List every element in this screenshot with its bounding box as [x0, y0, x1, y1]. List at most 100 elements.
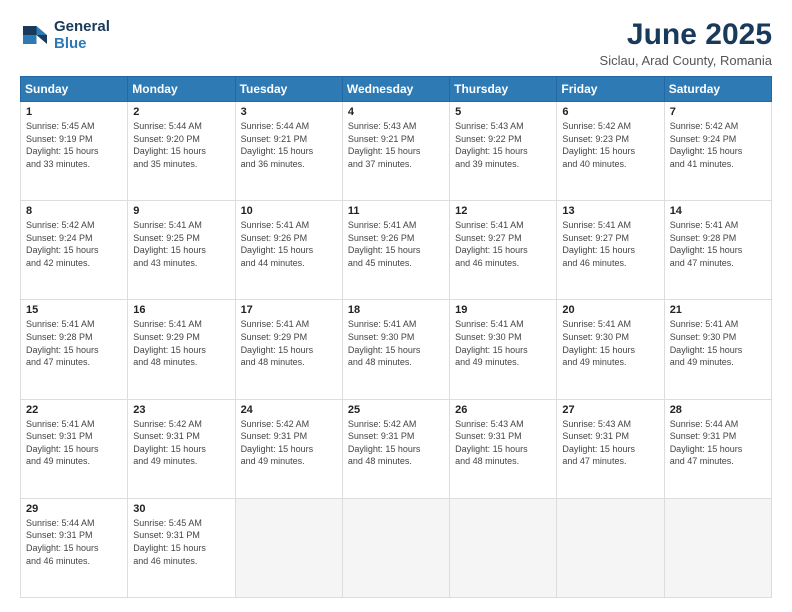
table-row: 23 Sunrise: 5:42 AMSunset: 9:31 PMDayligh… — [128, 399, 235, 498]
table-row — [235, 498, 342, 597]
day-info: Sunrise: 5:41 AMSunset: 9:26 PMDaylight:… — [241, 219, 337, 269]
header: General Blue June 2025 Siclau, Arad Coun… — [20, 18, 772, 68]
title-block: June 2025 Siclau, Arad County, Romania — [600, 18, 772, 68]
day-number: 29 — [26, 503, 122, 515]
table-row: 18Sunrise: 5:41 AMSunset: 9:30 PMDayligh… — [342, 300, 449, 399]
day-info: Sunrise: 5:43 AMSunset: 9:31 PMDaylight:… — [562, 418, 658, 468]
table-row: 16 Sunrise: 5:41 AMSunset: 9:29 PMDayligh… — [128, 300, 235, 399]
table-row — [342, 498, 449, 597]
col-monday: Monday — [128, 77, 235, 102]
table-row: 15 Sunrise: 5:41 AMSunset: 9:28 PMDayligh… — [21, 300, 128, 399]
day-number: 4 — [348, 106, 444, 118]
day-info: Sunrise: 5:43 AMSunset: 9:31 PMDaylight:… — [455, 418, 551, 468]
day-number: 6 — [562, 106, 658, 118]
table-row: 2 Sunrise: 5:44 AMSunset: 9:20 PMDaylight… — [128, 102, 235, 201]
table-row: 27 Sunrise: 5:43 AMSunset: 9:31 PMDayligh… — [557, 399, 664, 498]
day-info: Sunrise: 5:41 AMSunset: 9:25 PMDaylight:… — [133, 219, 229, 269]
day-number: 21 — [670, 304, 766, 316]
week-row: 1 Sunrise: 5:45 AMSunset: 9:19 PMDaylight… — [21, 102, 772, 201]
day-number: 23 — [133, 404, 229, 416]
day-info: Sunrise: 5:43 AMSunset: 9:21 PMDaylight:… — [348, 120, 444, 170]
table-row: 8Sunrise: 5:42 AMSunset: 9:24 PMDaylight… — [21, 201, 128, 300]
week-row: 22 Sunrise: 5:41 AMSunset: 9:31 PMDayligh… — [21, 399, 772, 498]
day-info: Sunrise: 5:44 AMSunset: 9:31 PMDaylight:… — [26, 517, 122, 567]
header-row: Sunday Monday Tuesday Wednesday Thursday… — [21, 77, 772, 102]
table-row — [557, 498, 664, 597]
table-row: 19 Sunrise: 5:41 AMSunset: 9:30 PMDayligh… — [450, 300, 557, 399]
table-row: 28Sunrise: 5:44 AMSunset: 9:31 PMDayligh… — [664, 399, 771, 498]
day-number: 16 — [133, 304, 229, 316]
table-row — [664, 498, 771, 597]
day-info: Sunrise: 5:41 AMSunset: 9:30 PMDaylight:… — [455, 318, 551, 368]
col-wednesday: Wednesday — [342, 77, 449, 102]
day-number: 3 — [241, 106, 337, 118]
day-number: 19 — [455, 304, 551, 316]
day-info: Sunrise: 5:42 AMSunset: 9:31 PMDaylight:… — [348, 418, 444, 468]
day-number: 1 — [26, 106, 122, 118]
day-number: 27 — [562, 404, 658, 416]
day-info: Sunrise: 5:41 AMSunset: 9:31 PMDaylight:… — [26, 418, 122, 468]
table-row: 13 Sunrise: 5:41 AMSunset: 9:27 PMDayligh… — [557, 201, 664, 300]
table-row: 11 Sunrise: 5:41 AMSunset: 9:26 PMDayligh… — [342, 201, 449, 300]
day-number: 25 — [348, 404, 444, 416]
calendar-table: Sunday Monday Tuesday Wednesday Thursday… — [20, 76, 772, 598]
day-info: Sunrise: 5:41 AMSunset: 9:26 PMDaylight:… — [348, 219, 444, 269]
calendar-subtitle: Siclau, Arad County, Romania — [600, 53, 772, 68]
day-info: Sunrise: 5:41 AMSunset: 9:30 PMDaylight:… — [670, 318, 766, 368]
table-row: 9Sunrise: 5:41 AMSunset: 9:25 PMDaylight… — [128, 201, 235, 300]
day-number: 24 — [241, 404, 337, 416]
col-sunday: Sunday — [21, 77, 128, 102]
day-info: Sunrise: 5:45 AMSunset: 9:19 PMDaylight:… — [26, 120, 122, 170]
day-info: Sunrise: 5:42 AMSunset: 9:23 PMDaylight:… — [562, 120, 658, 170]
table-row: 21 Sunrise: 5:41 AMSunset: 9:30 PMDayligh… — [664, 300, 771, 399]
table-row: 12 Sunrise: 5:41 AMSunset: 9:27 PMDayligh… — [450, 201, 557, 300]
table-row: 14 Sunrise: 5:41 AMSunset: 9:28 PMDayligh… — [664, 201, 771, 300]
table-row: 25 Sunrise: 5:42 AMSunset: 9:31 PMDayligh… — [342, 399, 449, 498]
day-info: Sunrise: 5:41 AMSunset: 9:29 PMDaylight:… — [241, 318, 337, 368]
table-row: 30Sunrise: 5:45 AMSunset: 9:31 PMDayligh… — [128, 498, 235, 597]
day-info: Sunrise: 5:42 AMSunset: 9:24 PMDaylight:… — [26, 219, 122, 269]
table-row: 17Sunrise: 5:41 AMSunset: 9:29 PMDayligh… — [235, 300, 342, 399]
day-number: 26 — [455, 404, 551, 416]
day-info: Sunrise: 5:44 AMSunset: 9:20 PMDaylight:… — [133, 120, 229, 170]
table-row — [450, 498, 557, 597]
table-row: 7 Sunrise: 5:42 AMSunset: 9:24 PMDaylight… — [664, 102, 771, 201]
day-info: Sunrise: 5:41 AMSunset: 9:28 PMDaylight:… — [670, 219, 766, 269]
page: General Blue June 2025 Siclau, Arad Coun… — [0, 0, 792, 612]
col-saturday: Saturday — [664, 77, 771, 102]
table-row: 20Sunrise: 5:41 AMSunset: 9:30 PMDayligh… — [557, 300, 664, 399]
day-number: 2 — [133, 106, 229, 118]
col-tuesday: Tuesday — [235, 77, 342, 102]
logo-text: General Blue — [54, 18, 110, 53]
day-info: Sunrise: 5:41 AMSunset: 9:29 PMDaylight:… — [133, 318, 229, 368]
week-row: 8Sunrise: 5:42 AMSunset: 9:24 PMDaylight… — [21, 201, 772, 300]
day-number: 10 — [241, 205, 337, 217]
day-number: 30 — [133, 503, 229, 515]
day-number: 13 — [562, 205, 658, 217]
day-number: 14 — [670, 205, 766, 217]
table-row: 3 Sunrise: 5:44 AMSunset: 9:21 PMDaylight… — [235, 102, 342, 201]
day-number: 12 — [455, 205, 551, 217]
day-info: Sunrise: 5:41 AMSunset: 9:28 PMDaylight:… — [26, 318, 122, 368]
table-row: 22 Sunrise: 5:41 AMSunset: 9:31 PMDayligh… — [21, 399, 128, 498]
day-info: Sunrise: 5:41 AMSunset: 9:27 PMDaylight:… — [562, 219, 658, 269]
day-info: Sunrise: 5:42 AMSunset: 9:24 PMDaylight:… — [670, 120, 766, 170]
table-row: 29 Sunrise: 5:44 AMSunset: 9:31 PMDayligh… — [21, 498, 128, 597]
day-info: Sunrise: 5:42 AMSunset: 9:31 PMDaylight:… — [241, 418, 337, 468]
day-number: 22 — [26, 404, 122, 416]
week-row: 29 Sunrise: 5:44 AMSunset: 9:31 PMDayligh… — [21, 498, 772, 597]
day-info: Sunrise: 5:44 AMSunset: 9:21 PMDaylight:… — [241, 120, 337, 170]
table-row: 1 Sunrise: 5:45 AMSunset: 9:19 PMDaylight… — [21, 102, 128, 201]
table-row: 10 Sunrise: 5:41 AMSunset: 9:26 PMDayligh… — [235, 201, 342, 300]
table-row: 6 Sunrise: 5:42 AMSunset: 9:23 PMDaylight… — [557, 102, 664, 201]
day-number: 11 — [348, 205, 444, 217]
table-row: 5Sunrise: 5:43 AMSunset: 9:22 PMDaylight… — [450, 102, 557, 201]
calendar-title: June 2025 — [600, 18, 772, 51]
day-info: Sunrise: 5:41 AMSunset: 9:27 PMDaylight:… — [455, 219, 551, 269]
day-number: 15 — [26, 304, 122, 316]
day-info: Sunrise: 5:41 AMSunset: 9:30 PMDaylight:… — [562, 318, 658, 368]
day-number: 5 — [455, 106, 551, 118]
day-info: Sunrise: 5:42 AMSunset: 9:31 PMDaylight:… — [133, 418, 229, 468]
day-number: 7 — [670, 106, 766, 118]
table-row: 26 Sunrise: 5:43 AMSunset: 9:31 PMDayligh… — [450, 399, 557, 498]
